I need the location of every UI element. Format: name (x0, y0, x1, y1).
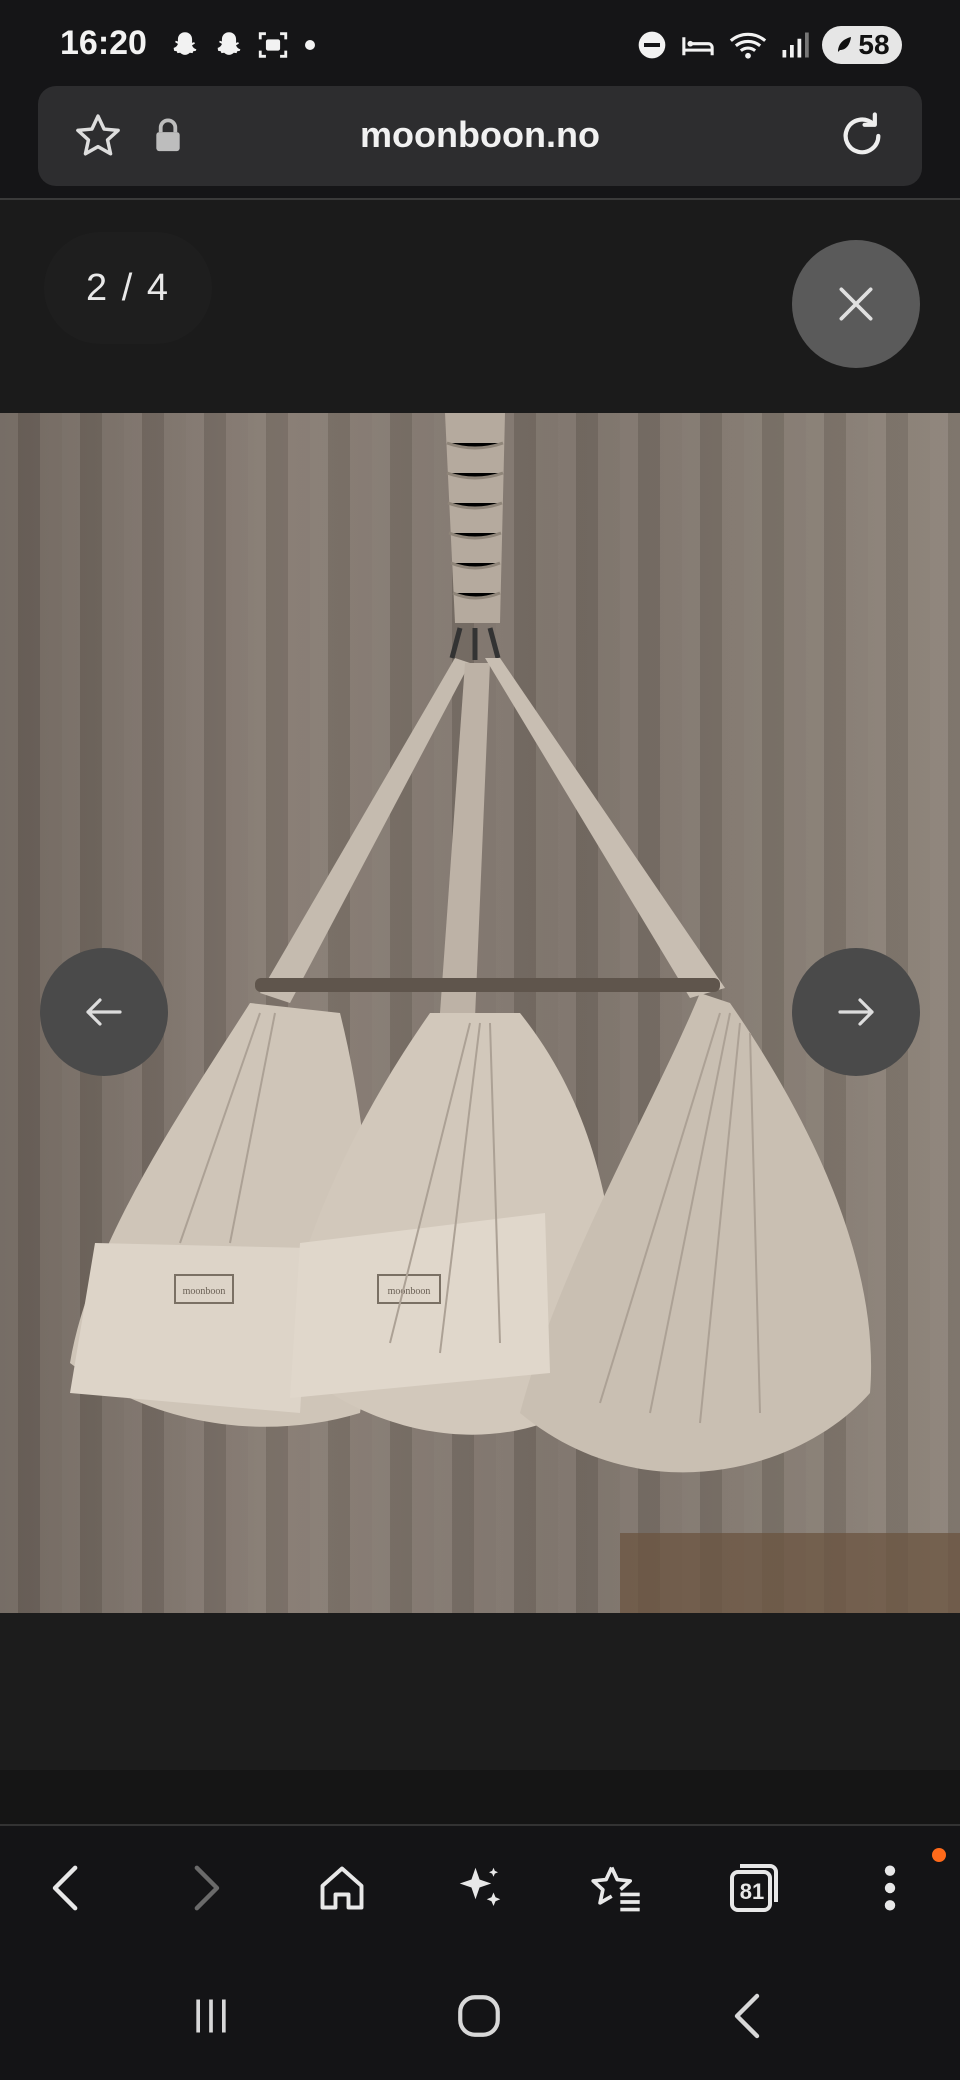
battery-level: 58 (858, 29, 890, 60)
status-right-icons: 58 (636, 26, 902, 64)
back-button[interactable] (34, 1856, 98, 1920)
home-button[interactable] (310, 1856, 374, 1920)
status-time: 16:20 (60, 24, 147, 62)
battery-saver-icon (838, 37, 852, 52)
status-bar: 16:20 58 (0, 0, 960, 90)
tabs-count: 81 (739, 1879, 765, 1904)
menu-button[interactable] (858, 1856, 922, 1920)
url-bar[interactable]: moonboon.no (38, 86, 922, 186)
wifi-icon (729, 32, 767, 59)
dnd-icon (638, 31, 666, 59)
arrow-right-icon (838, 998, 874, 1026)
menu-icon (884, 1865, 896, 1911)
home-icon (458, 1995, 500, 2037)
bookmarks-button[interactable] (584, 1856, 648, 1920)
battery-indicator: 58 (822, 26, 902, 64)
screenshot-icon (258, 32, 288, 58)
ai-sparkle-icon (459, 1867, 501, 1906)
notification-dot (932, 1848, 946, 1862)
previous-image-button[interactable] (40, 948, 168, 1076)
snapchat-icon (217, 32, 241, 55)
browser-toolbar: 81 (0, 1826, 960, 1950)
bookmarks-icon (591, 1866, 640, 1912)
url-text[interactable]: moonboon.no (38, 114, 922, 156)
lightbox-footer (0, 1613, 960, 1770)
forward-icon (194, 1865, 220, 1911)
dot-icon (305, 40, 315, 50)
snapchat-icon (173, 32, 197, 55)
recents-icon (196, 1999, 226, 2033)
status-left-icons (168, 28, 320, 62)
back-system-button[interactable] (712, 1986, 782, 2046)
next-image-button[interactable] (792, 948, 920, 1076)
back-icon (734, 1993, 760, 2039)
reload-icon[interactable] (834, 108, 890, 164)
forward-button[interactable] (174, 1856, 238, 1920)
home-icon (320, 1866, 364, 1910)
signal-icon (782, 32, 809, 58)
svg-text:moonboon: moonboon (183, 1286, 226, 1297)
page-strip (0, 1770, 960, 1824)
close-icon (839, 287, 873, 321)
recents-button[interactable] (176, 1986, 246, 2046)
tabs-button[interactable]: 81 (722, 1856, 786, 1920)
system-navigation-bar (0, 1950, 960, 2080)
svg-text:moonboon: moonboon (388, 1286, 431, 1297)
back-icon (52, 1865, 78, 1911)
image-counter: 2 / 4 (44, 232, 212, 344)
home-system-button[interactable] (444, 1986, 514, 2046)
arrow-left-icon (86, 998, 122, 1026)
ai-assistant-button[interactable] (448, 1856, 512, 1920)
sleep-icon (682, 37, 714, 56)
close-button[interactable] (792, 240, 920, 368)
